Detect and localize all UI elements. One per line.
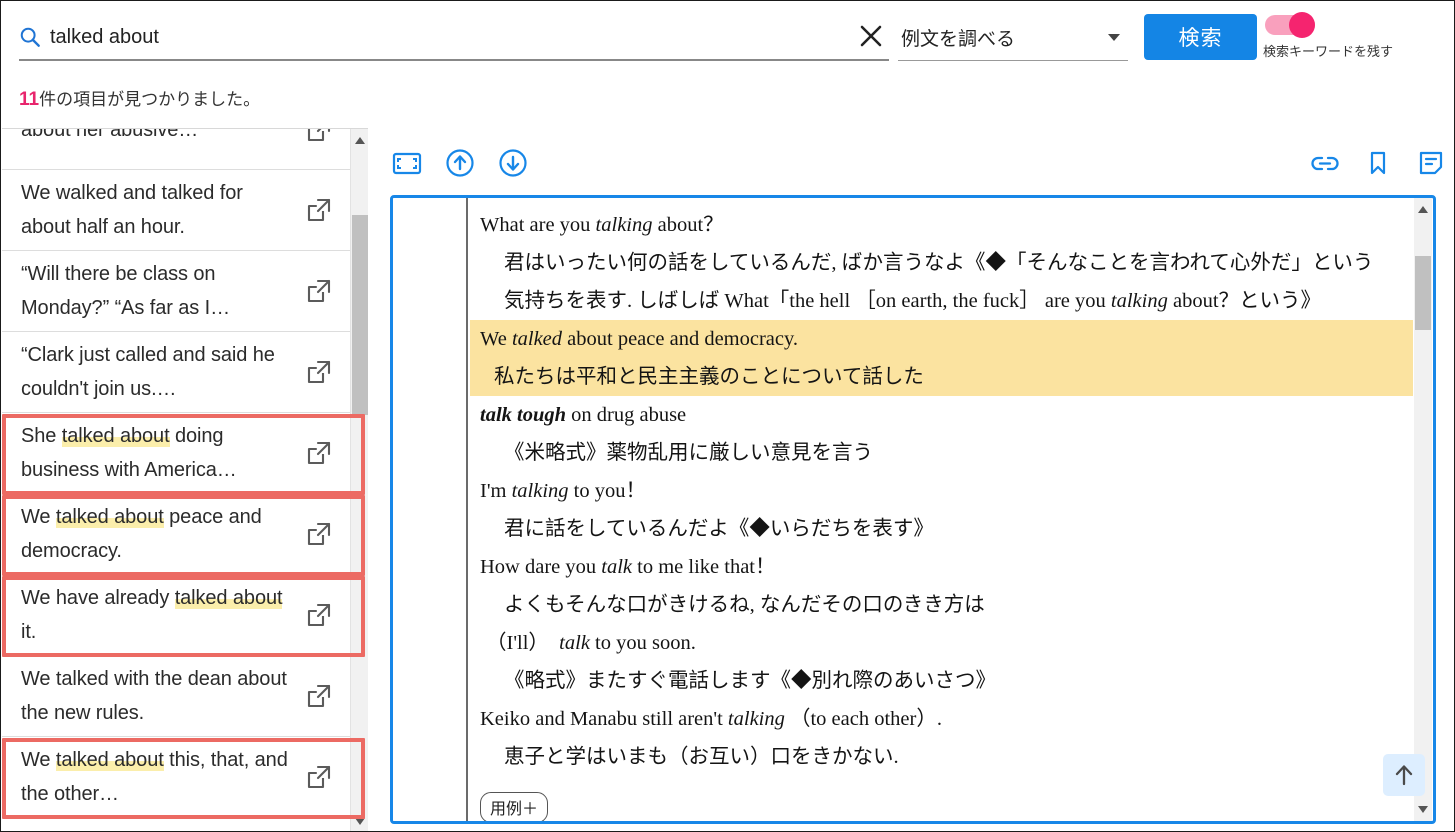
results-sidebar[interactable]: about her abusive… We walked and talked f… [2, 128, 368, 831]
list-item-text: She talked about doing business with Ame… [21, 425, 237, 481]
more-examples-button[interactable]: 用例＋ [480, 792, 549, 821]
keep-keyword-label: 検索キーワードを残す [1263, 44, 1394, 59]
entry-text: What are you talking about？ 君はいったい何の話をしてい… [470, 198, 1413, 821]
list-item[interactable]: We have already talked about it. [2, 575, 350, 656]
entry-line: talk tough on drug abuse [480, 404, 687, 426]
keep-keyword-toggle[interactable] [1265, 12, 1317, 38]
toggle-knob [1289, 12, 1315, 38]
fit-to-screen-icon[interactable] [390, 146, 424, 180]
search-mode-select[interactable]: 例文を調べる [898, 15, 1128, 61]
external-link-icon[interactable] [306, 521, 332, 547]
entry-line: 《米略式》薬物乱用に厳しい意見を言う [504, 442, 873, 464]
external-link-icon[interactable] [306, 129, 332, 143]
link-icon[interactable] [1308, 146, 1342, 180]
search-mode-label: 例文を調べる [901, 29, 1016, 50]
external-link-icon[interactable] [306, 602, 332, 628]
list-item-text: We talked with the dean about the new ru… [21, 668, 287, 724]
list-item[interactable]: She talked about doing business with Ame… [2, 413, 350, 494]
list-item[interactable]: We talked with the dean about the new ru… [2, 656, 350, 737]
external-link-icon[interactable] [306, 278, 332, 304]
list-item[interactable]: We talked about this, that, and the othe… [2, 737, 350, 818]
sidebar-scrollbar[interactable] [350, 129, 368, 831]
external-link-icon[interactable] [306, 764, 332, 790]
external-link-icon[interactable] [306, 440, 332, 466]
app-window: 例文を調べる 検索 検索キーワードを残す 11件の項目が見つかりました。 abo… [0, 0, 1455, 832]
entry-content-panel: What are you talking about？ 君はいったい何の話をしてい… [390, 195, 1436, 824]
entry-line: What are you talking about？ [480, 214, 724, 236]
list-item-text: We talked about this, that, and the othe… [21, 749, 288, 805]
list-item-text: “Will there be class on Monday?” “As far… [21, 263, 230, 319]
clear-search-button[interactable] [856, 21, 886, 51]
list-item-text: We walked and talked for about half an h… [21, 182, 243, 238]
list-item-text: about her abusive… [21, 128, 199, 141]
entry-line: 気持ちを表す. しばしば What「the hell ［on earth, th… [504, 290, 1322, 312]
note-icon[interactable] [1414, 146, 1448, 180]
keyword-highlight: talked about [61, 425, 170, 447]
external-link-icon[interactable] [306, 359, 332, 385]
entry-line: How dare you talk to me like that！ [480, 556, 776, 578]
entry-line: 恵子と学はいまも（お互い）口をきかない. [504, 746, 899, 768]
search-input[interactable] [50, 25, 850, 49]
list-item-text: We have already talked about it. [21, 587, 283, 643]
result-count-number: 11 [19, 89, 40, 110]
scroll-down-circle-icon[interactable] [496, 146, 530, 180]
bookmark-icon[interactable] [1361, 146, 1395, 180]
scroll-up-circle-icon[interactable] [443, 146, 477, 180]
list-item-text: We talked about peace and democracy. [21, 506, 262, 562]
results-list: about her abusive… We walked and talked f… [2, 128, 350, 831]
entry-line-highlighted: 私たちは平和と民主主義のことについて話した [470, 358, 1413, 396]
search-bar: 例文を調べる 検索 検索キーワードを残す [1, 1, 1454, 73]
list-item[interactable]: I still remember those [2, 818, 350, 831]
content-scroll-thumb[interactable] [1415, 256, 1431, 330]
scroll-to-top-button[interactable] [1383, 754, 1425, 796]
list-item[interactable]: “Will there be class on Monday?” “As far… [2, 251, 350, 332]
scroll-down-arrow-icon[interactable] [355, 818, 365, 825]
keyword-highlight: talked about [55, 749, 164, 771]
list-item[interactable]: about her abusive… [2, 128, 350, 170]
entry-line: （I'll） talk to you soon. [486, 632, 696, 654]
entry-line: よくもそんな口がきけるね, なんだその口のきき方は [504, 594, 985, 616]
chevron-down-icon [1108, 34, 1120, 41]
scroll-up-arrow-icon[interactable] [355, 137, 365, 144]
list-item-text: “Clark just called and said he couldn't … [21, 344, 275, 400]
keyword-highlight: talked about [174, 587, 283, 609]
search-icon [19, 26, 41, 48]
result-count: 11件の項目が見つかりました。 [19, 85, 260, 111]
external-link-icon[interactable] [306, 197, 332, 223]
entry-line: Keiko and Manabu still aren't talking （t… [480, 708, 942, 730]
result-count-suffix: 件の項目が見つかりました。 [39, 90, 261, 109]
arrow-up-icon [1391, 762, 1417, 788]
list-item[interactable]: We talked about peace and democracy. [2, 494, 350, 575]
list-item[interactable]: We walked and talked for about half an h… [2, 170, 350, 251]
content-toolbar [379, 136, 1449, 192]
content-gutter [393, 198, 468, 821]
list-item[interactable]: “Clark just called and said he couldn't … [2, 332, 350, 413]
search-button[interactable]: 検索 [1144, 14, 1257, 60]
sidebar-scroll-thumb[interactable] [352, 215, 368, 415]
entry-line-highlighted: We talked about peace and democracy. [470, 320, 1413, 358]
entry-line: 君はいったい何の話をしているんだ, ばか言うなよ《◆「そんなことを言われて心外だ… [504, 252, 1374, 274]
entry-line: 君に話をしているんだよ《◆いらだちを表す》 [504, 518, 934, 540]
keep-keyword-toggle-group: 検索キーワードを残す [1263, 12, 1453, 60]
external-link-icon[interactable] [306, 683, 332, 709]
content-scroll-down-arrow-icon[interactable] [1418, 806, 1428, 813]
content-scrollbar[interactable] [1414, 198, 1432, 821]
entry-line: I'm talking to you！ [480, 480, 646, 502]
content-scroll-up-arrow-icon[interactable] [1418, 206, 1428, 213]
search-field[interactable] [19, 15, 889, 61]
keyword-highlight: talked about [55, 506, 164, 528]
entry-line: 《略式》またすぐ電話します《◆別れ際のあいさつ》 [504, 670, 996, 692]
close-icon [856, 21, 886, 51]
